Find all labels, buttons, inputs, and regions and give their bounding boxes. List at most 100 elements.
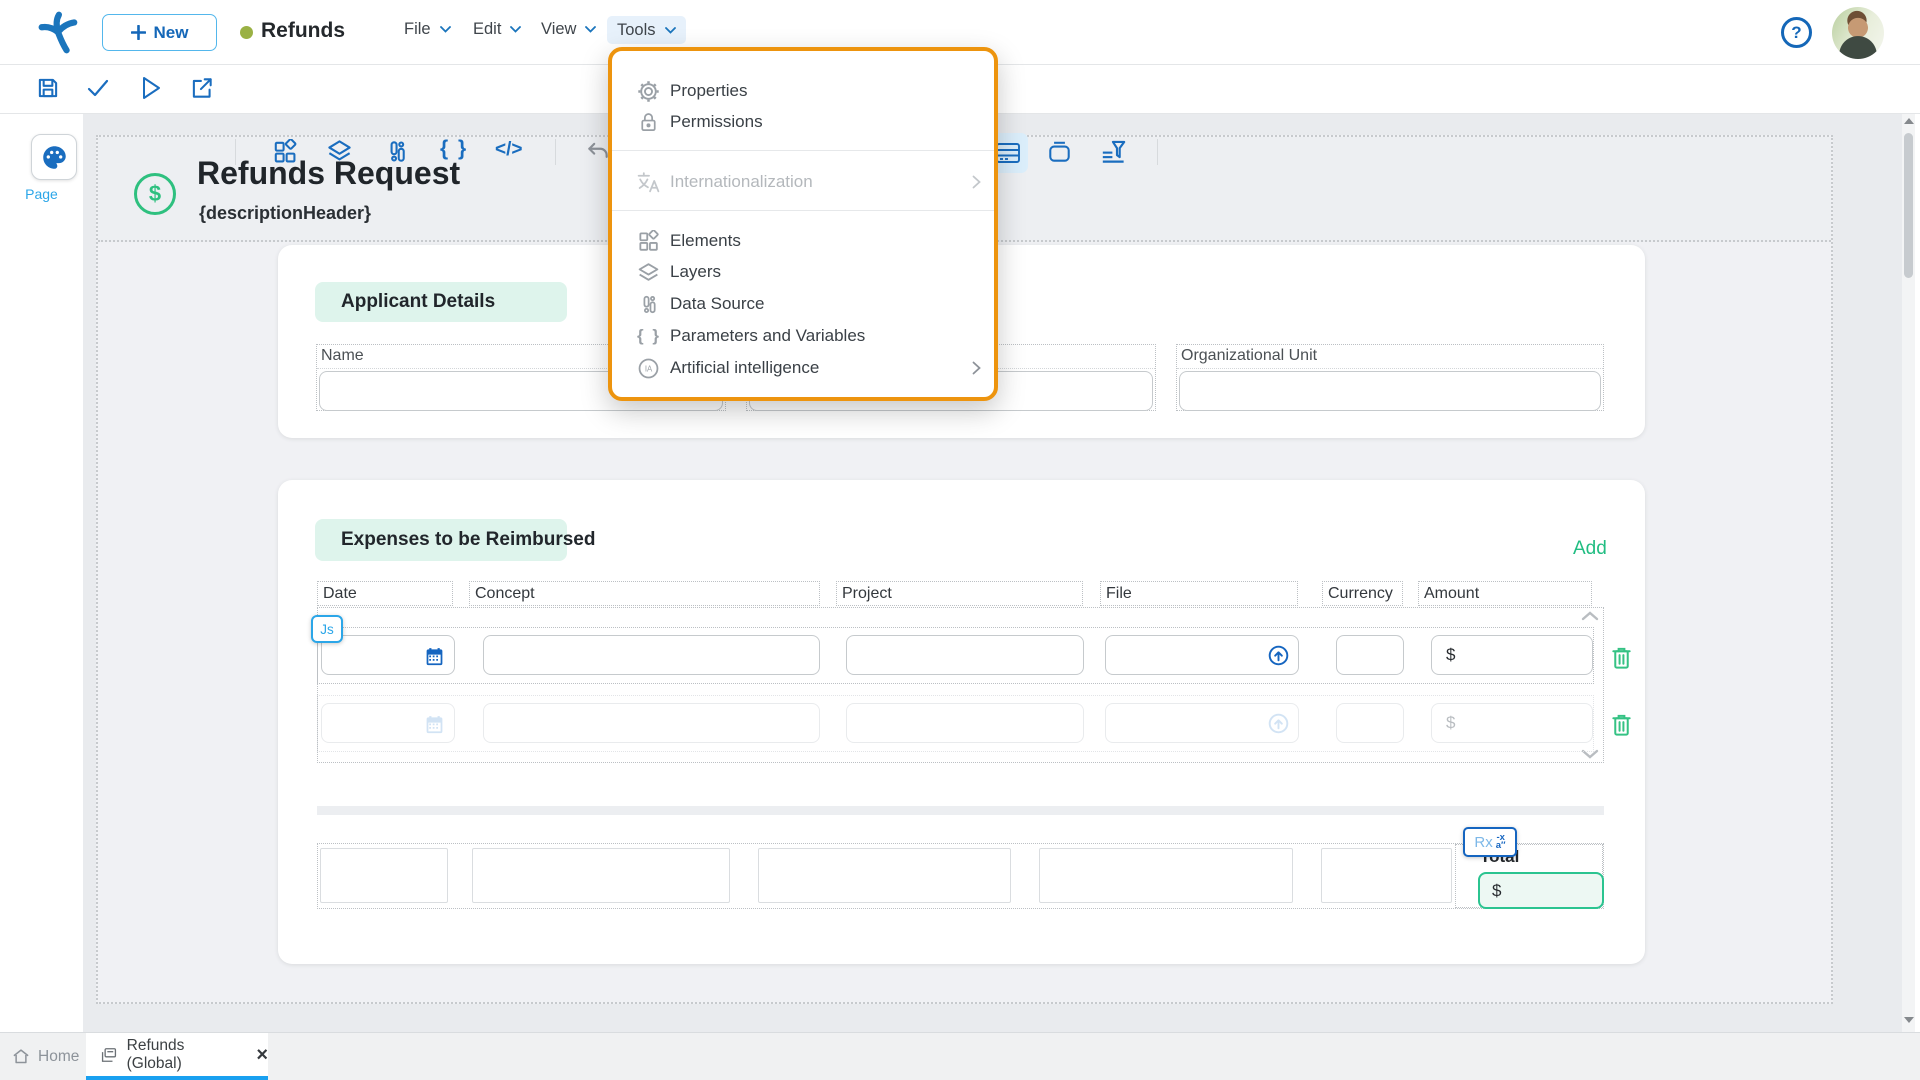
amount-input[interactable]: $ [1431,703,1593,743]
add-row-link[interactable]: Add [1573,538,1607,560]
field-group-org-unit[interactable]: Organizational Unit [1176,344,1604,411]
lock-icon [641,113,656,132]
expenses-card[interactable]: Expenses to be Reimbursed Add Date Conce… [278,480,1645,964]
menu-item-parameters-variables[interactable]: { } Parameters and Variables [612,321,994,351]
col-header-date[interactable]: Date [317,581,453,606]
date-input[interactable] [321,703,455,743]
org-unit-input[interactable] [1179,371,1601,411]
total-cell-currency[interactable] [1321,848,1452,903]
scroll-down-arrow[interactable] [1904,1017,1914,1023]
layers-button[interactable] [326,138,353,165]
menu-divider [612,210,994,211]
amount-input[interactable]: $ [1431,635,1593,675]
amount-dollar-prefix: $ [1446,645,1456,664]
chevron-right-icon [972,361,981,375]
bottom-tab-bar: Home Refunds (Global) × [0,1032,1920,1080]
menu-edit[interactable]: Edit [473,20,522,39]
menu-file[interactable]: File [404,20,451,39]
concept-input[interactable] [483,635,820,675]
page-widget-button[interactable] [31,134,77,180]
menu-item-elements[interactable]: Elements [612,226,994,256]
vertical-scrollbar[interactable] [1902,113,1915,1032]
menu-item-internationalization: Internationalization [612,167,994,197]
col-header-currency[interactable]: Currency [1322,581,1403,606]
project-input[interactable] [846,635,1084,675]
total-amount-input[interactable]: $ [1478,872,1604,909]
menu-item-label: Data Source [670,294,765,313]
currency-input[interactable] [1336,703,1404,743]
scrollbar-thumb[interactable] [1904,133,1913,278]
total-cell-file[interactable] [1039,848,1293,903]
data-source-button[interactable] [384,138,410,165]
upload-icon[interactable] [1267,644,1290,667]
elements-button[interactable] [272,139,298,165]
col-project-label: Project [842,584,892,602]
menu-tools-label: Tools [617,20,656,39]
tab-refunds-global[interactable]: Refunds (Global) × [86,1033,268,1080]
save-button[interactable] [35,75,61,101]
col-file-label: File [1106,584,1132,602]
export-button[interactable] [189,75,215,101]
table-row[interactable]: $ [317,627,1594,684]
total-cell-project[interactable] [758,848,1011,903]
tools-dropdown-menu: Properties Permissions Internationalizat… [608,47,998,401]
totals-region: Total $ [317,843,1604,909]
filter-summary-button[interactable] [1100,138,1127,165]
calendar-icon[interactable] [424,645,445,666]
upload-icon [1268,713,1289,733]
expenses-section-title: Expenses to be Reimbursed [315,519,595,561]
menu-item-artificial-intelligence[interactable]: IA Artificial intelligence [612,353,994,383]
total-cell-date[interactable] [320,848,448,903]
help-button[interactable]: ? [1781,17,1812,48]
tab-close-icon[interactable]: × [256,1045,268,1065]
translate-icon [637,171,660,192]
menu-view-label: View [541,20,577,38]
delete-row-icon[interactable] [1610,712,1633,738]
status-dot [240,26,253,39]
scroll-up-arrow[interactable] [1904,118,1914,124]
file-input[interactable] [1105,635,1299,675]
concept-input[interactable] [483,703,820,743]
collapse-up-icon[interactable] [1581,610,1599,621]
table-row-template[interactable]: $ [317,695,1594,752]
menu-tools[interactable]: Tools [607,16,686,44]
col-header-project[interactable]: Project [836,581,1083,606]
run-button[interactable] [139,75,163,101]
file-input[interactable] [1105,703,1299,743]
left-rail: Page [0,113,83,1032]
menu-item-permissions[interactable]: Permissions [612,107,994,137]
dollar-glyph: $ [148,181,162,206]
col-header-amount[interactable]: Amount [1418,581,1592,606]
js-badge-label: Js [320,621,334,637]
col-header-concept[interactable]: Concept [469,581,820,606]
menu-item-properties[interactable]: Properties [612,76,994,106]
delete-row-icon[interactable] [1610,645,1633,671]
code-icon: </> [495,139,523,160]
menu-divider [612,150,994,151]
svg-text:IA: IA [645,364,653,373]
question-mark-icon: ? [1791,22,1802,42]
expression-button[interactable]: </> [495,139,522,161]
col-header-file[interactable]: File [1100,581,1298,606]
app-logo[interactable] [34,10,80,56]
new-button[interactable]: New [102,14,217,51]
currency-input[interactable] [1336,635,1404,675]
js-expression-badge[interactable]: Js [311,615,343,643]
parameters-button[interactable]: { } [440,137,468,161]
expenses-section-label: Expenses to be Reimbursed [341,529,596,550]
menu-item-layers[interactable]: Layers [612,257,994,287]
amount-dollar-prefix: $ [1446,713,1456,732]
total-cell-concept[interactable] [472,848,730,903]
chevron-down-icon [439,26,451,33]
project-input[interactable] [846,703,1084,743]
menu-item-data-source[interactable]: Data Source [612,289,994,319]
tab-home[interactable]: Home [12,1033,79,1080]
container-button[interactable] [1046,139,1073,165]
toolbar-divider [235,139,236,165]
menu-edit-label: Edit [473,20,502,38]
validate-button[interactable] [86,77,110,99]
menu-view[interactable]: View [541,20,597,39]
toolbar-divider [1157,139,1158,165]
user-avatar[interactable] [1832,7,1884,59]
rx-expression-badge[interactable]: Rx -x a″ [1463,827,1517,857]
